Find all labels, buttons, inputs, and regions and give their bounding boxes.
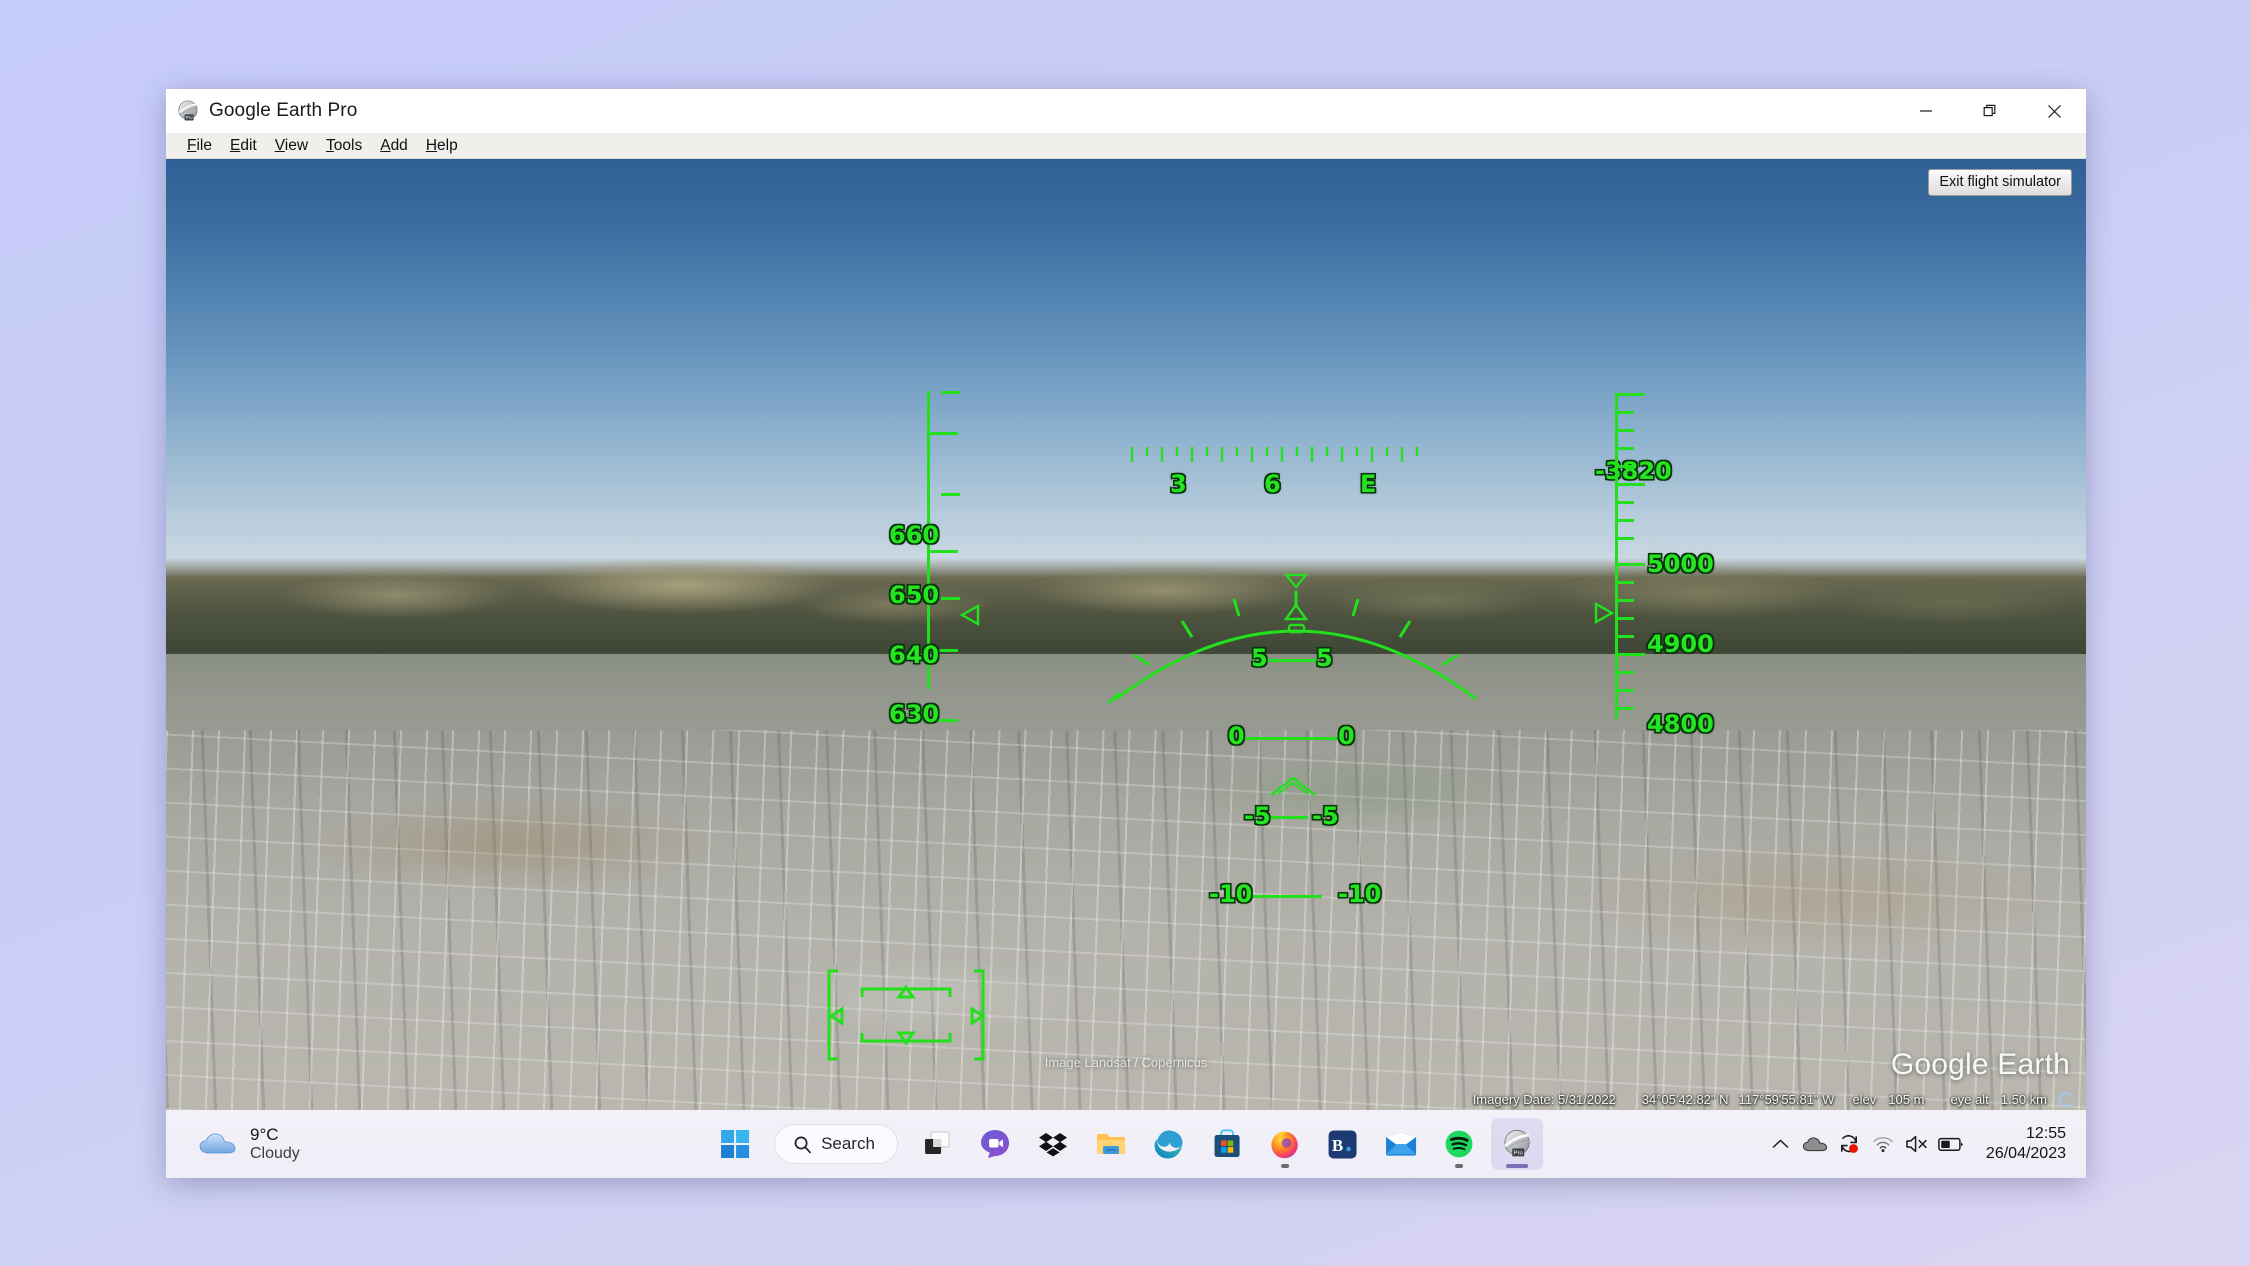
- spotify-icon: [1445, 1130, 1473, 1158]
- spotify-button[interactable]: [1433, 1118, 1485, 1170]
- mail-icon: [1385, 1132, 1416, 1156]
- network-button[interactable]: [1866, 1124, 1900, 1164]
- svg-text:Pro: Pro: [186, 115, 193, 120]
- imagery-date: Imagery Date: 5/31/2022: [1472, 1091, 1616, 1107]
- file-explorer-button[interactable]: [1085, 1118, 1137, 1170]
- chevron-up-icon: [1773, 1139, 1789, 1148]
- google-earth-button[interactable]: Pro: [1490, 1118, 1543, 1170]
- firefox-icon: [1271, 1130, 1299, 1158]
- teams-chat-icon: [980, 1130, 1009, 1158]
- taskbar-center-group: Search B Pro: [709, 1118, 1543, 1170]
- clock-date: 26/04/2023: [1985, 1145, 2066, 1162]
- loading-spinner-icon: [2059, 1091, 2074, 1107]
- earth-3d-viewport[interactable]: Exit flight simulator 3 6 E 660 650 640 …: [166, 159, 2086, 1110]
- weather-condition: Cloudy: [250, 1144, 300, 1162]
- volume-button[interactable]: [1900, 1124, 1934, 1164]
- battery-icon: [1938, 1137, 1963, 1151]
- windows-taskbar: 9°C Cloudy Search B Pro 12:55 26/04/2023: [166, 1110, 2086, 1178]
- menu-item-view[interactable]: View: [266, 133, 317, 159]
- task-view-button[interactable]: [911, 1118, 963, 1170]
- title-bar: Pro Google Earth Pro: [166, 89, 2086, 133]
- task-view-icon: [924, 1131, 950, 1154]
- svg-text:Pro: Pro: [1514, 1150, 1523, 1156]
- window-title: Google Earth Pro: [209, 100, 358, 121]
- google-earth-watermark: Google Earth: [1890, 1048, 2070, 1081]
- urban-terrain-layer: [166, 729, 2086, 1110]
- menu-item-edit[interactable]: Edit: [221, 133, 266, 159]
- running-indicator: [1280, 1164, 1289, 1168]
- search-button[interactable]: Search: [774, 1124, 898, 1164]
- edge-icon: [1154, 1130, 1183, 1158]
- weather-text: 9°C Cloudy: [250, 1125, 300, 1164]
- show-hidden-icons-button[interactable]: [1764, 1124, 1798, 1164]
- eye-altitude-value: 1.50 km: [2000, 1091, 2047, 1107]
- update-badge: [1849, 1144, 1858, 1153]
- mail-button[interactable]: [1375, 1118, 1427, 1170]
- firefox-button[interactable]: [1259, 1118, 1311, 1170]
- svg-text:B: B: [1332, 1136, 1343, 1155]
- folder-icon: [1096, 1134, 1125, 1154]
- running-indicator: [1505, 1164, 1528, 1168]
- running-indicator: [1454, 1164, 1463, 1168]
- menu-item-tools[interactable]: Tools: [317, 133, 371, 159]
- onedrive-button[interactable]: [1798, 1124, 1832, 1164]
- store-icon: [1214, 1129, 1240, 1157]
- search-label: Search: [821, 1134, 875, 1153]
- wifi-icon: [1873, 1137, 1893, 1153]
- cloud-icon: [199, 1133, 236, 1154]
- dropbox-button[interactable]: [1027, 1118, 1079, 1170]
- booking-icon: B: [1328, 1130, 1357, 1158]
- menu-item-add[interactable]: Add: [371, 133, 417, 159]
- microsoft-edge-button[interactable]: [1143, 1118, 1195, 1170]
- imagery-attribution: Image Landsat / Copernicus: [1044, 1055, 1208, 1070]
- weather-widget[interactable]: 9°C Cloudy: [188, 1120, 310, 1169]
- clock-widget[interactable]: 12:55 26/04/2023: [1980, 1120, 2072, 1168]
- sync-icon: [1840, 1135, 1858, 1153]
- cloud-icon: [1802, 1137, 1828, 1152]
- sky-layer: [166, 159, 2086, 606]
- teams-chat-button[interactable]: [969, 1118, 1021, 1170]
- google-earth-icon: Pro: [1504, 1129, 1530, 1157]
- battery-button[interactable]: [1934, 1124, 1968, 1164]
- restore-button[interactable]: [1958, 89, 2022, 133]
- windows-logo-icon: [721, 1130, 750, 1158]
- eye-altitude-label: eye alt: [1950, 1091, 1989, 1107]
- system-tray: 12:55 26/04/2023: [1764, 1110, 2086, 1178]
- windows-update-button[interactable]: [1832, 1124, 1866, 1164]
- elevation-value: 105 m: [1888, 1091, 1925, 1107]
- dropbox-icon: [1038, 1133, 1067, 1157]
- google-earth-globe-icon: Pro: [176, 99, 200, 123]
- google-earth-pro-window: Pro Google Earth Pro File Edit View Tool…: [166, 89, 2086, 1178]
- window-controls: [1894, 89, 2086, 133]
- close-button[interactable]: [2022, 89, 2086, 133]
- menu-item-help[interactable]: Help: [417, 133, 467, 159]
- earth-status-bar: Imagery Date: 5/31/2022 34°05'42.82" N 1…: [166, 1088, 2086, 1110]
- start-button[interactable]: [709, 1118, 761, 1170]
- longitude-readout: 117°59'55.81" W: [1738, 1091, 1835, 1107]
- menu-bar: File Edit View Tools Add Help: [166, 133, 2086, 159]
- latitude-readout: 34°05'42.82" N: [1641, 1091, 1729, 1107]
- clock-time: 12:55: [2025, 1125, 2066, 1142]
- speaker-muted-icon: [1906, 1135, 1927, 1153]
- minimize-button[interactable]: [1894, 89, 1958, 133]
- search-icon: [794, 1136, 811, 1153]
- menu-item-file[interactable]: File: [178, 133, 221, 159]
- booking-button[interactable]: B: [1317, 1118, 1369, 1170]
- microsoft-store-button[interactable]: [1201, 1118, 1253, 1170]
- elevation-label: elev: [1852, 1091, 1877, 1107]
- exit-flight-simulator-button[interactable]: Exit flight simulator: [1928, 169, 2072, 196]
- weather-temperature: 9°C: [250, 1124, 279, 1144]
